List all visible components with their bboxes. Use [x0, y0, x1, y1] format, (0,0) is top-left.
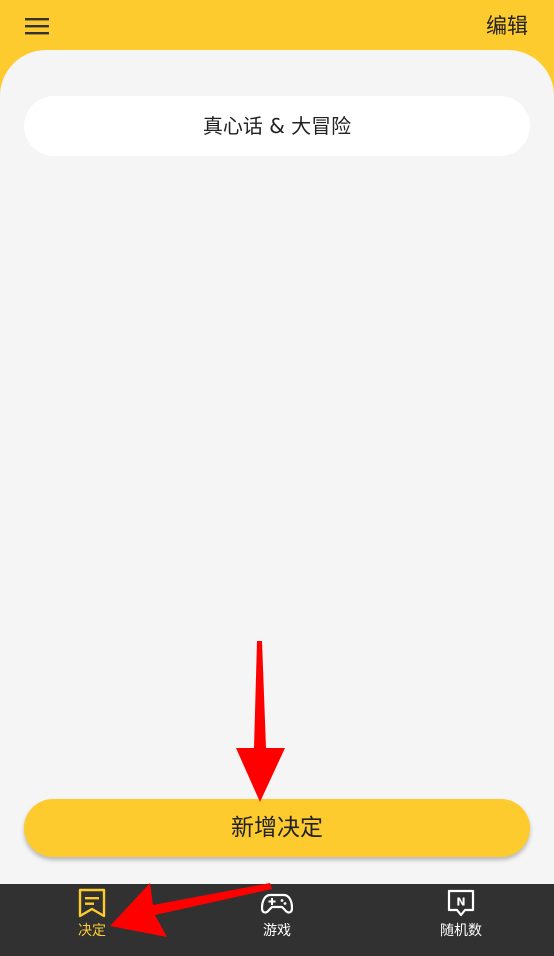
add-decision-button[interactable]: 新增决定	[24, 799, 530, 857]
nav-label-game: 游戏	[263, 923, 291, 939]
nav-item-random[interactable]: N 随机数	[369, 884, 553, 956]
decision-list-panel: 真心话 & 大冒险 新增决定	[0, 50, 554, 884]
menu-button[interactable]	[18, 10, 56, 42]
nav-item-decide[interactable]: 决定	[0, 884, 184, 956]
nav-item-game[interactable]: 游戏	[185, 884, 369, 956]
gamepad-icon	[261, 893, 293, 914]
bookmark-list-icon	[78, 888, 106, 918]
decision-item[interactable]: 真心话 & 大冒险	[24, 96, 530, 156]
edit-button[interactable]: 编辑	[486, 10, 528, 42]
nav-label-decide: 决定	[78, 923, 106, 939]
bottom-navigation: 决定 游戏 N 随机数	[0, 884, 554, 956]
number-bubble-icon: N	[447, 889, 475, 917]
top-bar: 编辑	[0, 0, 554, 52]
number-bubble-icon-letter: N	[456, 896, 465, 909]
app-screen: 编辑 真心话 & 大冒险 新增决定 决定 游戏 N 随机数	[0, 0, 554, 956]
nav-label-random: 随机数	[440, 923, 482, 939]
hamburger-menu-icon	[25, 18, 49, 35]
